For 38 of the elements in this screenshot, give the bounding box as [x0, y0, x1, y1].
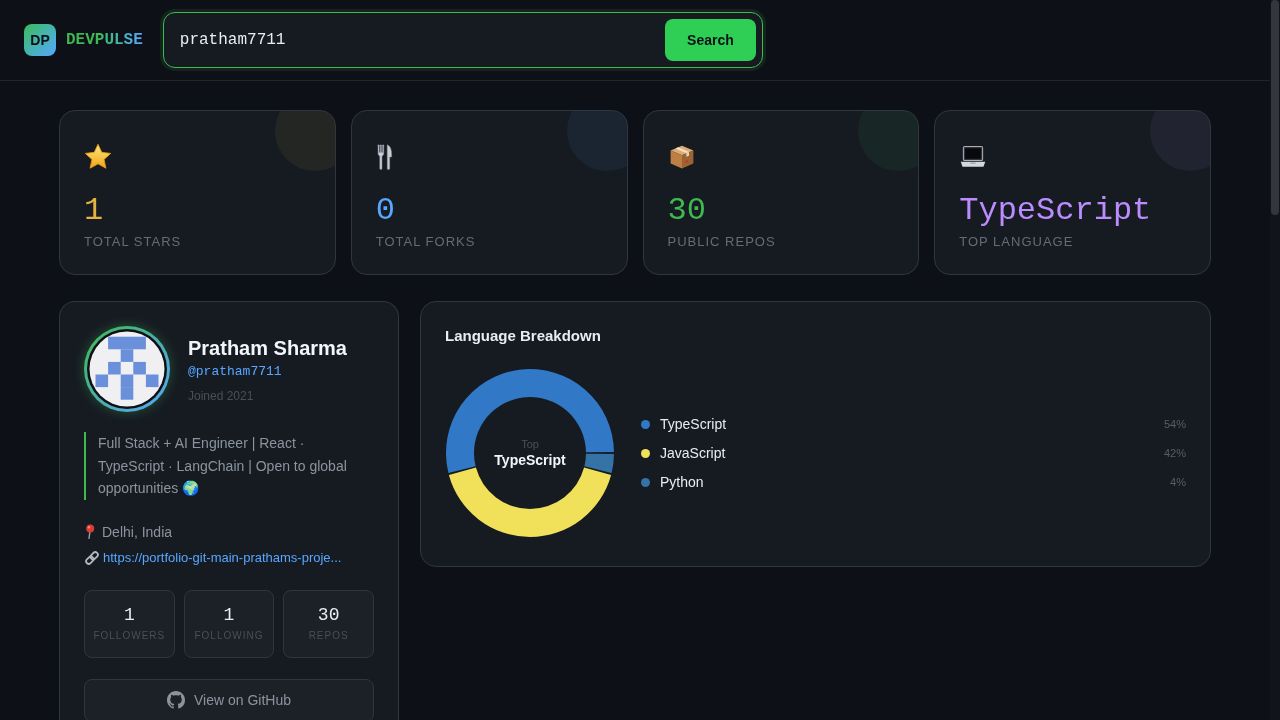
star-icon — [84, 143, 112, 171]
search-field[interactable]: pratham7711 Search — [162, 12, 763, 68]
stat-label: TOTAL FORKS — [375, 233, 476, 251]
donut-slice — [584, 453, 614, 473]
profile-handle: @pratham7711 — [188, 362, 283, 381]
stat-label: TOP LANGUAGE — [959, 233, 1074, 251]
donut-slice — [446, 369, 614, 473]
chart-title: Language Breakdown — [445, 326, 602, 346]
github-button[interactable]: View on GitHub — [84, 678, 374, 720]
legend-percent: 42% — [1163, 446, 1186, 461]
pin-icon — [84, 524, 96, 539]
stat-value: 0 — [375, 191, 395, 231]
stat-label: PUBLIC REPOS — [667, 233, 776, 251]
logo-badge: DP — [24, 24, 56, 56]
location-text: Delhi, India — [102, 522, 173, 542]
scrollbar-thumb[interactable] — [1271, 0, 1279, 215]
stat-value: 1 — [84, 191, 104, 231]
scrollbar[interactable] — [1270, 0, 1280, 720]
count-value: 1 — [123, 604, 135, 626]
legend-percent: 54% — [1163, 417, 1186, 432]
bio-text: Full Stack + AI Engineer | React · TypeScript · LangChain | Open to global opportunities 🌍 — [98, 434, 348, 498]
search-button[interactable]: Search — [665, 19, 756, 61]
github-icon — [167, 691, 185, 709]
legend-percent: 4% — [1170, 475, 1186, 490]
legend-label: JavaScript — [660, 444, 726, 463]
fork-knife-icon — [375, 143, 394, 171]
count-value: 1 — [223, 604, 235, 626]
website-link[interactable]: https://portfolio-git-main-prathams-proje... — [103, 547, 342, 568]
stat-label: TOTAL STARS — [84, 233, 182, 251]
legend-label: Python — [660, 473, 704, 492]
profile-name: Pratham Sharma — [188, 335, 347, 361]
stat-value: 30 — [667, 191, 706, 231]
link-icon — [84, 549, 100, 566]
center-value: TypeScript — [494, 451, 566, 469]
stat-value: TypeScript — [959, 191, 1152, 231]
donut-slice — [448, 467, 612, 537]
legend-label: TypeScript — [660, 415, 727, 434]
count-value: 30 — [317, 604, 340, 626]
